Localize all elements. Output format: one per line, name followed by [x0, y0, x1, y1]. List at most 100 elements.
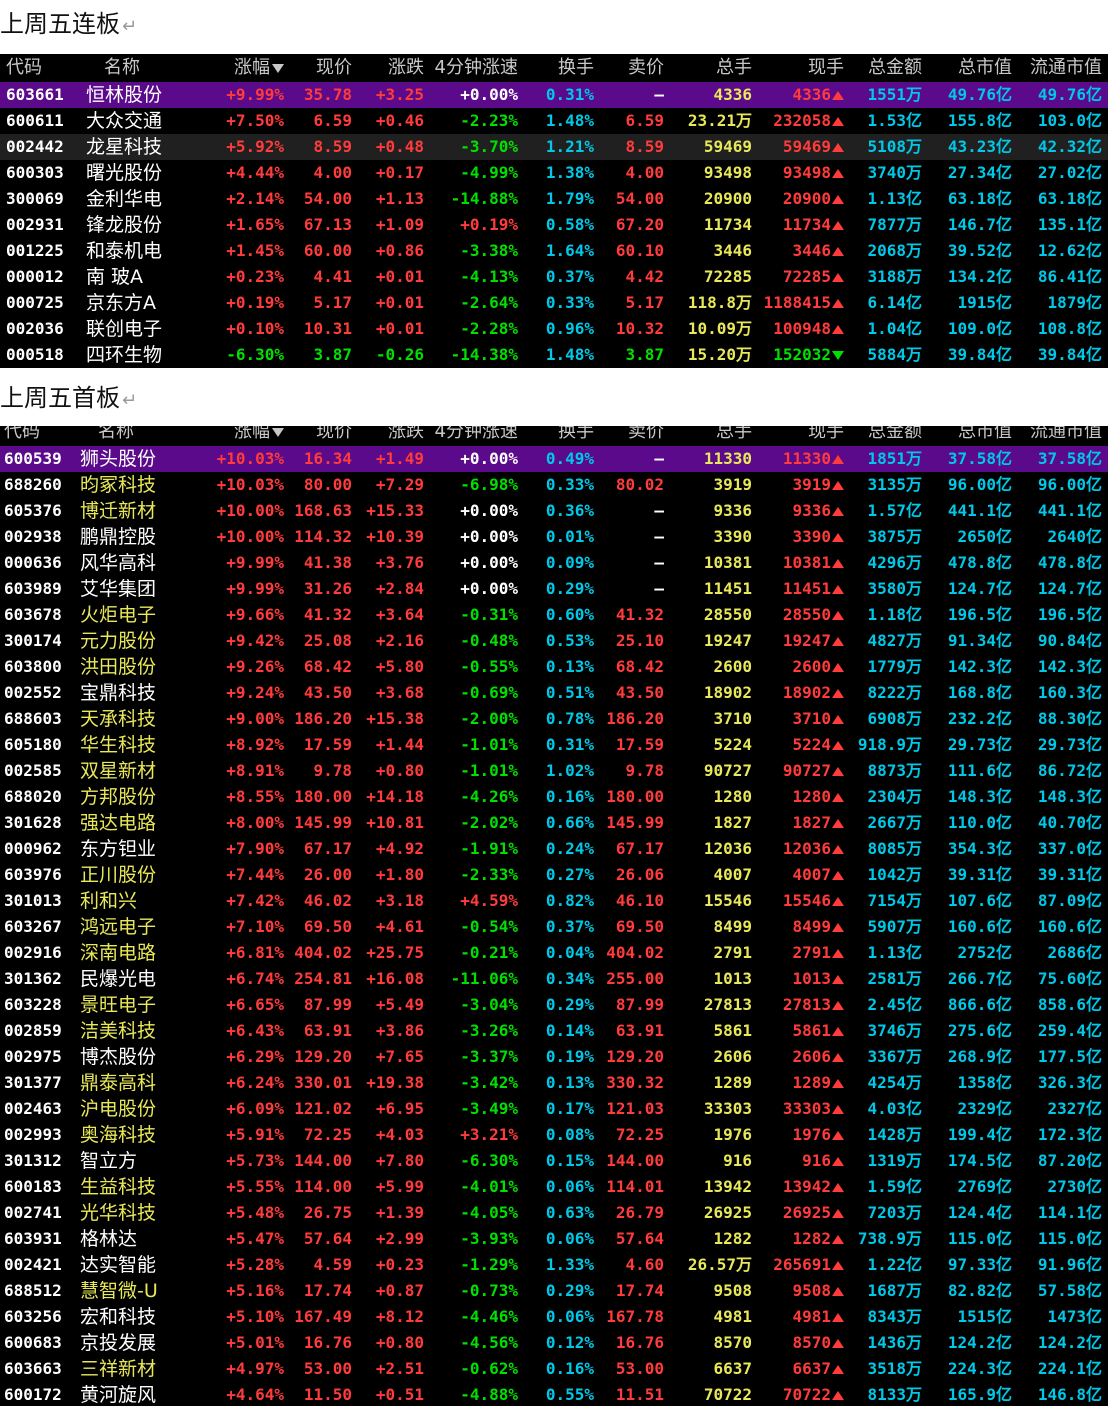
- paragraph-mark-icon: ↵: [122, 16, 138, 37]
- col-header-market-cap[interactable]: 总市值: [922, 54, 1012, 82]
- col-header-price[interactable]: 现价: [282, 426, 352, 446]
- table-row[interactable]: 603931 格林达 +5.47% 57.64 +2.99 -3.93% 0.06% 57.6…: [0, 1226, 1108, 1252]
- table-row[interactable]: 600172 黄河旋风 +4.64% 11.50 +0.51 -4.88% 0.55% 11.…: [0, 1382, 1108, 1406]
- table-row[interactable]: 002552 宝鼎科技 +9.24% 43.50 +3.68 -0.69% 0.51% 43.…: [0, 680, 1108, 706]
- table-row[interactable]: 002931 锋龙股份 +1.65% 67.13 +1.09 +0.19% 0.58% 67.…: [0, 212, 1108, 238]
- market-cap: 124.7亿: [947, 579, 1012, 598]
- turnover-rate: 0.29%: [545, 995, 594, 1014]
- col-header-turnover[interactable]: 换手: [518, 426, 594, 446]
- ask-price: 25.10: [615, 631, 664, 650]
- total-amount: 8343万: [867, 1307, 922, 1326]
- table-row[interactable]: 603976 正川股份 +7.44% 26.00 +1.80 -2.33% 0.27% 26.…: [0, 862, 1108, 888]
- col-header-current-volume[interactable]: 现手: [752, 426, 844, 446]
- current-volume-value: 8570: [792, 1333, 831, 1352]
- change-percent: +0.23%: [226, 267, 284, 286]
- table-row[interactable]: 600683 京投发展 +5.01% 16.76 +0.80 -4.56% 0.12% 16.…: [0, 1330, 1108, 1356]
- table-row[interactable]: 605376 博迁新材 +10.00% 168.63 +15.33 +0.00% 0.36%…: [0, 498, 1108, 524]
- table-row[interactable]: 002585 双星新材 +8.91% 9.78 +0.80 -1.01% 1.02% 9.78…: [0, 758, 1108, 784]
- table-row[interactable]: 603678 火炬电子 +9.66% 41.32 +3.64 -0.31% 0.60% 41.…: [0, 602, 1108, 628]
- stock-code: 688260: [4, 475, 62, 494]
- table-row[interactable]: 600183 生益科技 +5.55% 114.00 +5.99 -4.01% 0.06% 11…: [0, 1174, 1108, 1200]
- table-row[interactable]: 603989 艾华集团 +9.99% 31.26 +2.84 +0.00% 0.29% – 11…: [0, 576, 1108, 602]
- col-header-change[interactable]: 涨跌: [352, 426, 424, 446]
- col-header-code[interactable]: 代码: [4, 426, 76, 446]
- stock-name: 慧智微-U: [80, 1280, 158, 1302]
- table-row[interactable]: 002036 联创电子 +0.10% 10.31 +0.01 -2.28% 0.96% 10.…: [0, 316, 1108, 342]
- current-volume-value: 11734: [782, 215, 831, 234]
- col-header-amount[interactable]: 总金额: [844, 54, 922, 82]
- col-header-code[interactable]: 代码: [6, 54, 78, 82]
- down-arrow-icon: [832, 351, 844, 360]
- table-row[interactable]: 605180 华生科技 +8.92% 17.59 +1.44 -1.01% 0.31% 17.…: [0, 732, 1108, 758]
- table-row[interactable]: 301377 鼎泰高科 +6.24% 330.01 +19.38 -3.42% 0.13% 3…: [0, 1070, 1108, 1096]
- table-row[interactable]: 000725 京东方A +0.19% 5.17 +0.01 -2.64% 0.33% 5.17…: [0, 290, 1108, 316]
- current-volume: 3390: [752, 524, 844, 550]
- table-row[interactable]: 603228 景旺电子 +6.65% 87.99 +5.49 -3.04% 0.29% 87.…: [0, 992, 1108, 1018]
- table-row[interactable]: 002442 龙星科技 +5.92% 8.59 +0.48 -3.70% 1.21% 8.59…: [0, 134, 1108, 160]
- table-row[interactable]: 300174 元力股份 +9.42% 25.08 +2.16 -0.48% 0.53% 25.…: [0, 628, 1108, 654]
- col-header-pct[interactable]: 涨幅: [184, 426, 284, 446]
- turnover-rate: 0.24%: [545, 839, 594, 858]
- table-row[interactable]: 603661 恒林股份 +9.99% 35.78 +3.25 +0.00% 0.31% – 43…: [0, 82, 1108, 108]
- speed-4min: -4.26%: [460, 787, 518, 806]
- table-row[interactable]: 002975 博杰股份 +6.29% 129.20 +7.65 -3.37% 0.19% 12…: [0, 1044, 1108, 1070]
- total-amount: 4827万: [867, 631, 922, 650]
- total-amount: 2304万: [867, 787, 922, 806]
- change-percent: +5.73%: [226, 1151, 284, 1170]
- table-row[interactable]: 301013 利和兴 +7.42% 46.02 +3.18 +4.59% 0.82% 46.1…: [0, 888, 1108, 914]
- col-header-change[interactable]: 涨跌: [352, 54, 424, 82]
- col-header-speed[interactable]: 4分钟涨速: [424, 54, 518, 82]
- col-header-total-volume[interactable]: 总手: [664, 426, 752, 446]
- table-row[interactable]: 600611 大众交通 +7.50% 6.59 +0.46 -2.23% 1.48% 6.59…: [0, 108, 1108, 134]
- col-header-speed[interactable]: 4分钟涨速: [424, 426, 518, 446]
- table-row[interactable]: 688020 方邦股份 +8.55% 180.00 +14.18 -4.26% 0.16% 1…: [0, 784, 1108, 810]
- col-header-market-cap[interactable]: 总市值: [922, 426, 1012, 446]
- col-header-current-volume[interactable]: 现手: [752, 54, 844, 82]
- col-header-float-cap[interactable]: 流通市值: [1012, 426, 1102, 446]
- col-header-amount[interactable]: 总金额: [844, 426, 922, 446]
- table-row[interactable]: 002993 奥海科技 +5.91% 72.25 +4.03 +3.21% 0.08% 72.…: [0, 1122, 1108, 1148]
- speed-4min: +0.00%: [460, 527, 518, 546]
- table-row[interactable]: 002463 沪电股份 +6.09% 121.02 +6.95 -3.49% 0.17% 12…: [0, 1096, 1108, 1122]
- current-volume: 6637: [752, 1356, 844, 1382]
- speed-4min: -0.62%: [460, 1359, 518, 1378]
- table-row[interactable]: 002741 光华科技 +5.48% 26.75 +1.39 -4.05% 0.63% 26.…: [0, 1200, 1108, 1226]
- table-row[interactable]: 000962 东方钽业 +7.90% 67.17 +4.92 -1.91% 0.24% 67.…: [0, 836, 1108, 862]
- table-row[interactable]: 002859 洁美科技 +6.43% 63.91 +3.86 -3.26% 0.14% 63.…: [0, 1018, 1108, 1044]
- table-row[interactable]: 600303 曙光股份 +4.44% 4.00 +0.17 -4.99% 1.38% 4.00…: [0, 160, 1108, 186]
- col-header-ask[interactable]: 卖价: [594, 426, 664, 446]
- col-header-float-cap[interactable]: 流通市值: [1012, 54, 1102, 82]
- table-row[interactable]: 002938 鹏鼎控股 +10.00% 114.32 +10.39 +0.00% 0.01%…: [0, 524, 1108, 550]
- total-amount: 1551万: [867, 85, 922, 104]
- stock-code: 603228: [4, 995, 62, 1014]
- table-row[interactable]: 000636 风华高科 +9.99% 41.38 +3.76 +0.00% 0.09% – 10…: [0, 550, 1108, 576]
- table-row[interactable]: 002421 达实智能 +5.28% 4.59 +0.23 -1.29% 1.33% 4.60…: [0, 1252, 1108, 1278]
- col-header-pct[interactable]: 涨幅: [184, 54, 284, 82]
- current-price: 31.26: [303, 579, 352, 598]
- table-row[interactable]: 688603 天承科技 +9.00% 186.20 +15.38 -2.00% 0.78% 1…: [0, 706, 1108, 732]
- table-row[interactable]: 688260 昀冢科技 +10.03% 80.00 +7.29 -6.98% 0.33% 80…: [0, 472, 1108, 498]
- table-row[interactable]: 000012 南 玻A +0.23% 4.41 +0.01 -4.13% 0.37% 4.42…: [0, 264, 1108, 290]
- table-row[interactable]: 600539 狮头股份 +10.03% 16.34 +1.49 +0.00% 0.49% – 1…: [0, 446, 1108, 472]
- table-row[interactable]: 000518 四环生物 -6.30% 3.87 -0.26 -14.38% 1.48% 3.8…: [0, 342, 1108, 368]
- table-row[interactable]: 603800 洪田股份 +9.26% 68.42 +5.80 -0.55% 0.13% 68.…: [0, 654, 1108, 680]
- table-row[interactable]: 301628 强达电路 +8.00% 145.99 +10.81 -2.02% 0.66% 1…: [0, 810, 1108, 836]
- current-volume: 27813: [752, 992, 844, 1018]
- change-percent: +7.50%: [226, 111, 284, 130]
- table-row[interactable]: 603256 宏和科技 +5.10% 167.49 +8.12 -4.46% 0.06% 16…: [0, 1304, 1108, 1330]
- col-header-turnover[interactable]: 换手: [518, 54, 594, 82]
- price-change: +7.80: [375, 1151, 424, 1170]
- table-row[interactable]: 001225 和泰机电 +1.45% 60.00 +0.86 -3.38% 1.64% 60.…: [0, 238, 1108, 264]
- table-row[interactable]: 603663 三祥新材 +4.97% 53.00 +2.51 -0.62% 0.16% 53.…: [0, 1356, 1108, 1382]
- col-header-ask[interactable]: 卖价: [594, 54, 664, 82]
- table-row[interactable]: 301312 智立方 +5.73% 144.00 +7.80 -6.30% 0.15% 144…: [0, 1148, 1108, 1174]
- col-header-total-volume[interactable]: 总手: [664, 54, 752, 82]
- table-row[interactable]: 300069 金利华电 +2.14% 54.00 +1.13 -14.88% 1.79% 54…: [0, 186, 1108, 212]
- col-header-price[interactable]: 现价: [282, 54, 352, 82]
- change-percent: +7.10%: [226, 917, 284, 936]
- total-amount: 1.59亿: [867, 1177, 922, 1196]
- table-row[interactable]: 301362 民爆光电 +6.74% 254.81 +16.08 -11.06% 0.34%…: [0, 966, 1108, 992]
- table-row[interactable]: 688512 慧智微-U +5.16% 17.74 +0.87 -0.73% 0.29% 17…: [0, 1278, 1108, 1304]
- table-row[interactable]: 603267 鸿远电子 +7.10% 69.50 +4.61 -0.54% 0.37% 69.…: [0, 914, 1108, 940]
- table-row[interactable]: 002916 深南电路 +6.81% 404.02 +25.75 -0.21% 0.04% 4…: [0, 940, 1108, 966]
